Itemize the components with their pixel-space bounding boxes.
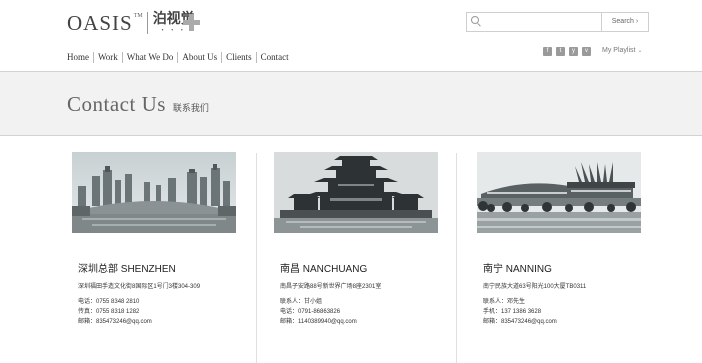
office-email[interactable]: 邮箱：835473246@qq.com [78,317,152,327]
column-divider [456,153,457,363]
social-links: f t y v [543,47,591,56]
brand-name: OASIS [67,11,133,35]
column-divider [256,153,257,363]
my-playlist-link[interactable]: My Playlist ⌄ [602,47,642,54]
office-contact-list: 电话：0755 8348 2810 传真：0755 8318 1282 邮箱：8… [78,297,152,327]
search-box: Search › [466,12,649,32]
search-input[interactable] [481,15,599,29]
main-nav: Home Work What We Do About Us Clients Co… [67,52,293,63]
page-title-en: Contact Us [67,92,166,116]
nav-home[interactable]: Home [67,52,94,63]
office-name: 南宁 NANNING [483,264,552,275]
office-phone: 电话：0791-86863826 [280,309,341,315]
office-contact-person: 联系人：邓先生 [483,299,526,305]
office-address: 深圳福田手造文化街8国际区1号门3楼304-309 [78,284,201,290]
search-icon [471,16,479,24]
band-bottom-divider [0,135,702,136]
brand-separator [146,12,148,34]
office-address: 南昌子安路88号新世界广场8座2301室 [280,284,382,290]
vimeo-icon[interactable]: v [582,47,591,56]
office-contact-person: 联系人：甘小姐 [280,299,323,305]
office-email[interactable]: 邮箱：1140389940@qq.com [280,317,357,327]
chevron-right-icon: › [635,18,639,25]
nanchang-photo [274,152,438,233]
office-phone: 电话：0755 8348 2810 [78,299,140,305]
office-card-nanchang: 南昌 NANCHUANG 南昌子安路88号新世界广场8座2301室 联系人：甘小… [274,152,440,325]
brand-logo[interactable]: OASIS TM 泊视觉 • • • [67,11,195,35]
nav-what-we-do[interactable]: What We Do [123,52,179,63]
nav-contact[interactable]: Contact [257,52,293,63]
page-title: Contact Us 联系我们 [67,92,209,117]
nav-clients[interactable]: Clients [222,52,257,63]
playlist-label: My Playlist [602,47,636,54]
office-fax: 传真：0755 8318 1282 [78,309,140,315]
office-card-shenzhen: 深圳总部 SHENZHEN 深圳福田手造文化街8国际区1号门3楼304-309 … [72,152,238,325]
search-button[interactable]: Search › [601,13,648,31]
office-mobile: 手机：137 1386 3628 [483,309,542,315]
twitter-icon[interactable]: t [556,47,565,56]
office-contact-list: 联系人：邓先生 手机：137 1386 3628 邮箱：835473246@qq… [483,297,557,327]
office-email[interactable]: 邮箱：835473246@qq.com [483,317,557,327]
chevron-down-icon: ⌄ [637,48,643,54]
plus-icon[interactable] [183,14,200,31]
nav-work[interactable]: Work [94,52,123,63]
nanning-photo [477,152,641,233]
office-name: 南昌 NANCHUANG [280,264,368,275]
page-title-cn: 联系我们 [172,103,209,113]
search-button-label: Search [611,18,634,25]
office-card-nanning: 南宁 NANNING 南宁民族大道63号阳光100大厦TB0311 联系人：邓先… [477,152,643,325]
office-name: 深圳总部 SHENZHEN [78,264,176,275]
office-contact-list: 联系人：甘小姐 电话：0791-86863826 邮箱：1140389940@q… [280,297,357,327]
nav-about-us[interactable]: About Us [178,52,223,63]
youtube-icon[interactable]: y [569,47,578,56]
office-address: 南宁民族大道63号阳光100大厦TB0311 [483,284,587,290]
trademark-mark: TM [133,13,143,19]
shenzhen-photo [72,152,236,233]
facebook-icon[interactable]: f [543,47,552,56]
